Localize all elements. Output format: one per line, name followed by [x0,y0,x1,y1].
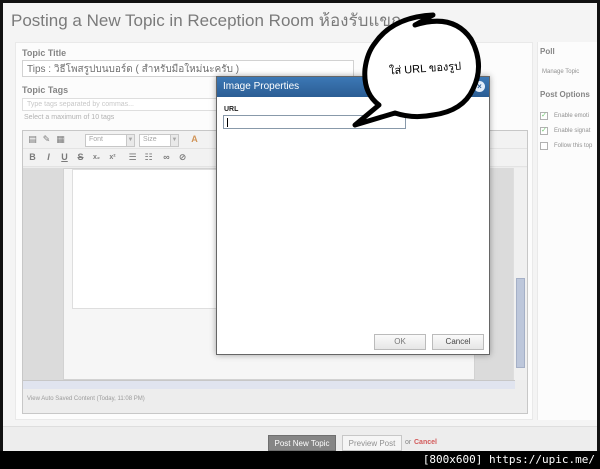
watermark-text: [800x600] https://upic.me/ [422,453,595,466]
dialog-header: Image Properties × [217,77,489,97]
dialog-cancel-button[interactable]: Cancel [432,334,484,350]
dialog-title: Image Properties [223,81,300,92]
watermark-bar: [800x600] https://upic.me/ [0,451,600,469]
url-input[interactable] [223,115,406,129]
image-properties-dialog: Image Properties × URL OK Cancel [216,76,490,355]
close-icon[interactable]: × [474,81,485,92]
url-label: URL [224,106,239,113]
page: Posting a New Topic in Reception Room ห้… [0,0,600,451]
ok-button[interactable]: OK [374,334,426,350]
